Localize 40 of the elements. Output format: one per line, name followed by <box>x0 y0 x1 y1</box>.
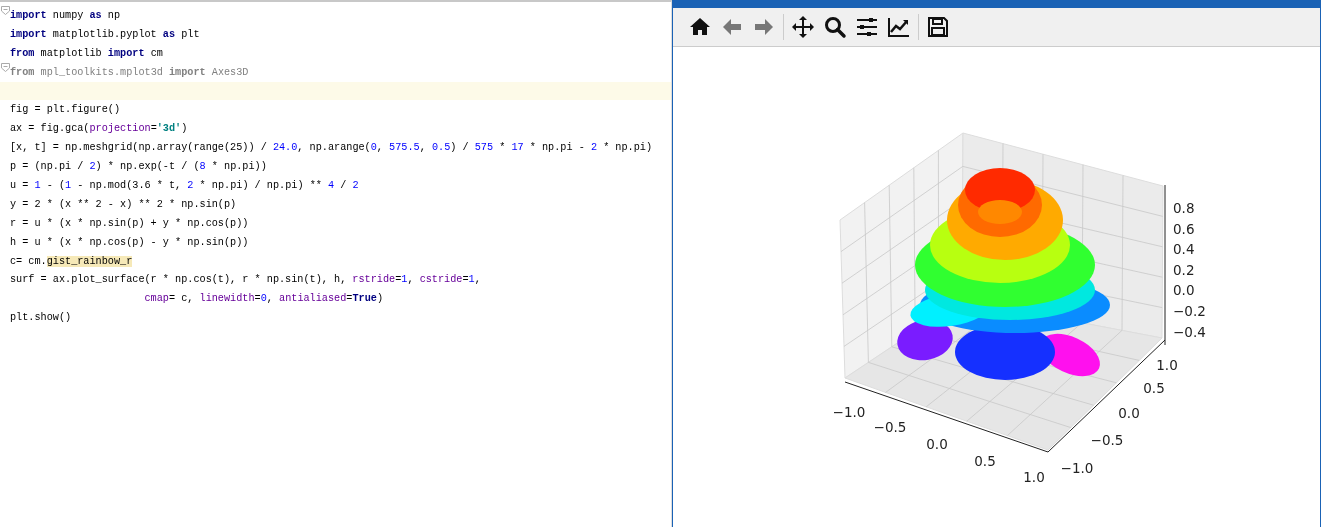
fold-marker-icon[interactable] <box>0 6 10 15</box>
code-line: import numpy as np <box>10 9 121 21</box>
axis-tick-label: 1.0 <box>1156 357 1178 373</box>
code-line: from matplotlib import cm <box>10 47 163 59</box>
axis-tick-label: 0.5 <box>974 453 996 469</box>
code-line: p = (np.pi / 2) * np.exp(-t / (8 * np.pi)) <box>10 161 267 173</box>
axis-tick-label: 0.0 <box>926 436 948 452</box>
line-chart-icon <box>887 15 911 39</box>
code-line: fig = plt.figure() <box>10 104 121 116</box>
fold-marker-icon[interactable] <box>0 62 10 72</box>
code-line: cmap= c, linewidth=0, antialiased=True) <box>143 293 383 305</box>
axis-tick-label: 0.0 <box>1173 282 1195 299</box>
axis-tick-label: 0.4 <box>1173 241 1195 258</box>
code-line: surf = ax.plot_surface(r * np.cos(t), r * np.sin(t), h, rstride=1, cstride=1, <box>10 274 481 286</box>
axis-tick-label: 0.5 <box>1143 380 1165 396</box>
code-line: y = 2 * (x ** 2 - x) ** 2 * np.sin(p) <box>10 198 237 210</box>
axis-tick-label: 0.6 <box>1173 220 1195 237</box>
code-line: c= cm.gist_rainbow_r <box>10 255 133 267</box>
axis-tick-label: −0.5 <box>873 419 907 435</box>
axis-tick-label: −0.2 <box>1173 303 1206 319</box>
pan-button[interactable] <box>790 13 816 41</box>
code-line: import matplotlib.pyplot as plt <box>10 28 200 40</box>
code-line: from mpl_toolkits.mplot3d import Axes3D <box>10 66 249 78</box>
axis-tick-label: 0.8 <box>1173 200 1195 216</box>
axis-tick-label: −0.4 <box>1173 323 1206 340</box>
sliders-icon <box>855 15 879 39</box>
move-arrows-icon <box>791 15 815 39</box>
code-line: h = u * (x * np.cos(p) - y * np.sin(p)) <box>10 236 249 248</box>
axis-tick-label: −1.0 <box>1060 460 1094 476</box>
code-line: u = 1 - (1 - np.mod(3.6 * t, 2 * np.pi) / np.pi) ** 4 / 2 <box>10 179 359 191</box>
axis-tick-label: 1.0 <box>1023 469 1045 485</box>
axis-tick-label: 0.0 <box>1118 405 1140 421</box>
code-line: ax = fig.gca(projection='3d') <box>10 123 188 135</box>
code-line: r = u * (x * np.sin(p) + y * np.cos(p)) <box>10 217 249 229</box>
code-line: [x, t] = np.meshgrid(np.array(range(25)) / 24.0, np.arange(0, 575.5, 0.5) / 575 * 17 * np.pi - 2 * np.pi) <box>10 142 653 154</box>
code-line: plt.show() <box>10 312 72 324</box>
search-icon <box>823 15 847 39</box>
axis-tick-label: 0.2 <box>1173 261 1195 278</box>
axis-tick-label: −1.0 <box>832 404 866 420</box>
axis-tick-label: −0.5 <box>1090 432 1124 448</box>
